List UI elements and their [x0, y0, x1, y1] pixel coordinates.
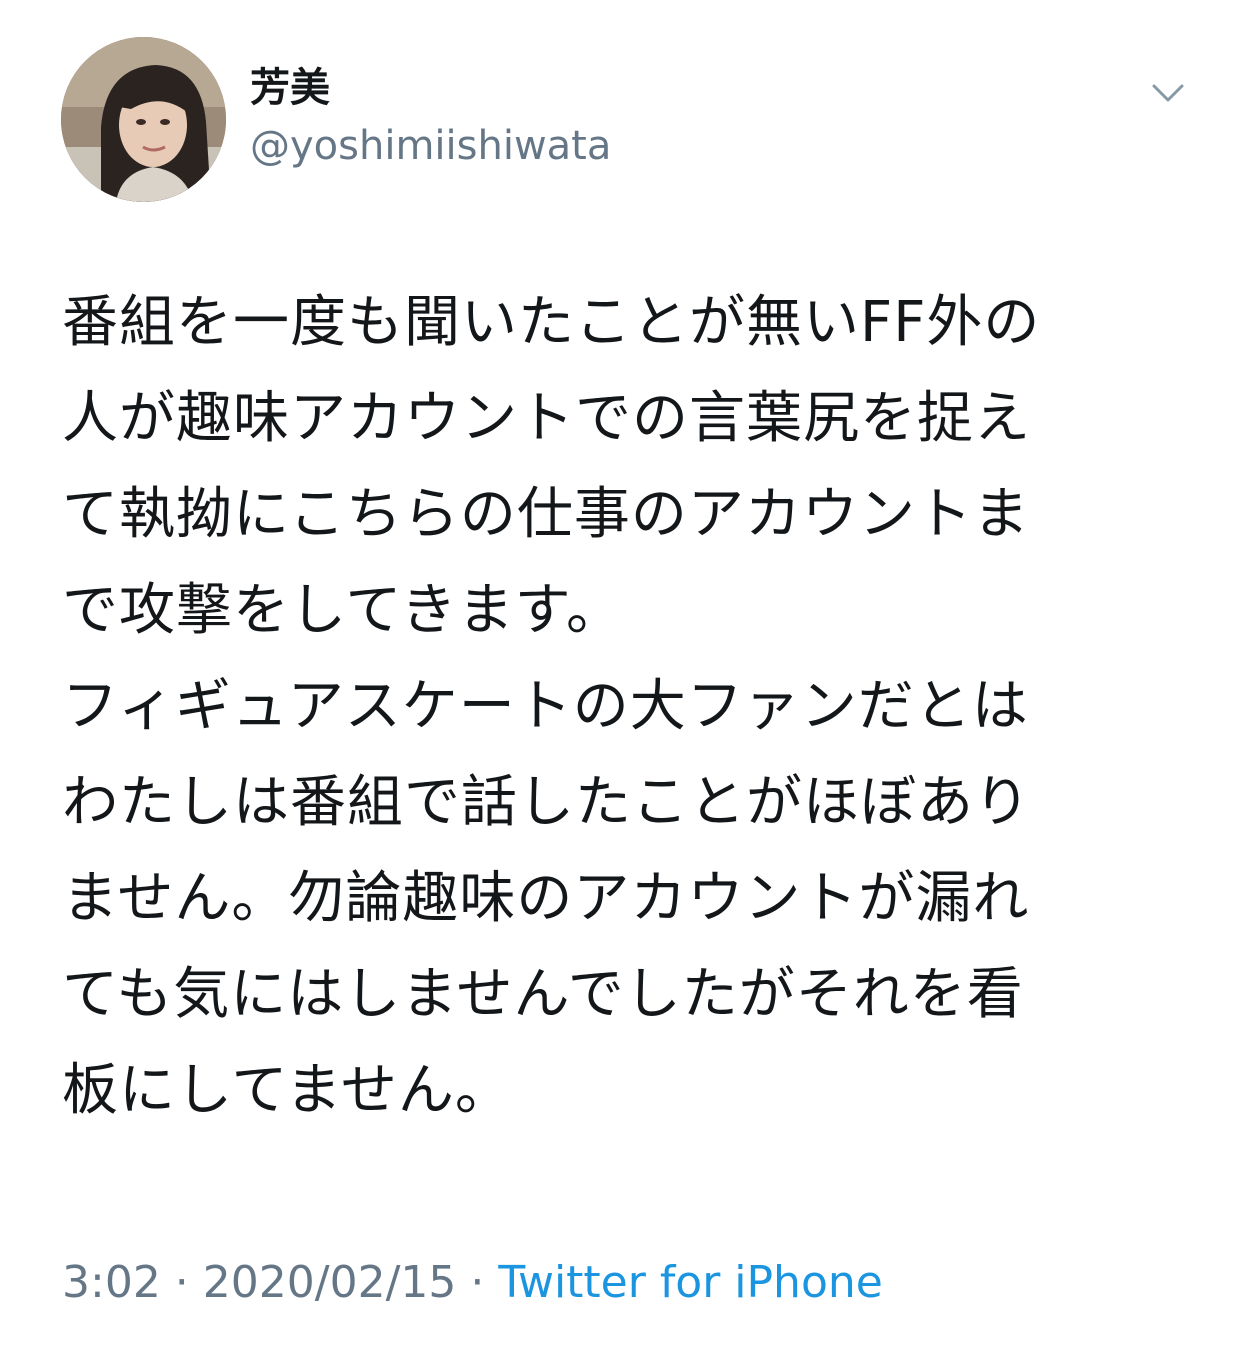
tweet-text-line: ません。勿論趣味のアカウントが漏れ [62, 866, 1030, 931]
tweet-meta: 3:02 · 2020/02/15 · Twitter for iPhone [62, 1255, 883, 1311]
avatar[interactable] [61, 37, 226, 202]
tweet-source-link[interactable]: Twitter for iPhone [498, 1257, 882, 1308]
tweet-text-line: で攻撃をしてきます。 [62, 578, 624, 643]
tweet-card: 芳美 @yoshimiishiwata 番組を一度も聞いたことが無いFF外の 人… [0, 0, 1241, 1349]
tweet-time[interactable]: 3:02 [62, 1257, 161, 1308]
avatar-photo-icon [61, 37, 226, 202]
tweet-text-line: ても気にはしませんでしたがそれを看 [62, 962, 1024, 1027]
tweet-text-line: 板にしてません。 [62, 1058, 512, 1123]
meta-separator: · [456, 1257, 499, 1308]
chevron-down-icon [1152, 84, 1184, 102]
tweet-menu-button[interactable] [1140, 72, 1196, 116]
tweet-text-line: わたしは番組で話したことがほぼあり [62, 770, 1031, 835]
tweet-date[interactable]: 2020/02/15 [203, 1257, 457, 1308]
user-handle[interactable]: @yoshimiishiwata [250, 120, 611, 172]
tweet-text: 番組を一度も聞いたことが無いFF外の 人が趣味アカウントでの言葉尻を捉え て執拗… [62, 275, 1172, 1139]
display-name[interactable]: 芳美 [250, 62, 330, 114]
tweet-text-line: 人が趣味アカウントでの言葉尻を捉え [62, 386, 1031, 451]
tweet-text-line: て執拗にこちらの仕事のアカウントま [62, 482, 1030, 547]
meta-separator: · [160, 1257, 203, 1308]
tweet-text-line: フィギュアスケートの大ファンだとは [62, 674, 1029, 739]
tweet-text-line: 番組を一度も聞いたことが無いFF外の [62, 290, 1041, 355]
